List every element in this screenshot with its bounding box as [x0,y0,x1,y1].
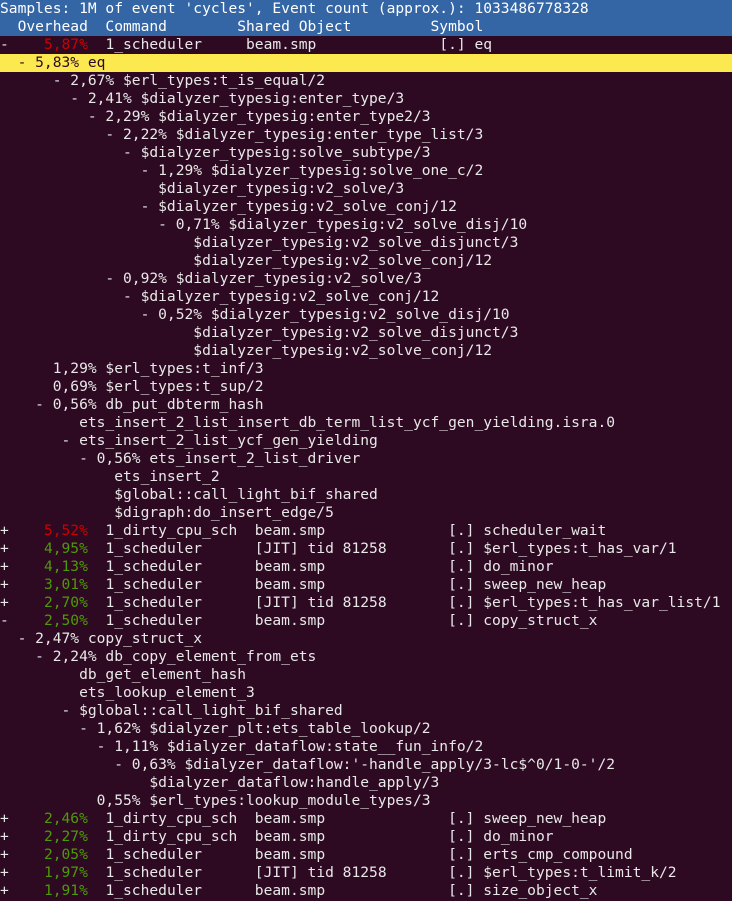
overhead-percent: 2,46% [43,810,88,827]
report-entry-row[interactable]: + 2,27% 1_dirty_cpu_sch beam.smp [.] do_… [0,828,732,846]
report-entry-row[interactable]: + 2,46% 1_dirty_cpu_sch beam.smp [.] swe… [0,810,732,828]
callchain-row[interactable]: - $dialyzer_typesig:solve_subtype/3 [0,144,732,162]
callchain-row[interactable]: $dialyzer_typesig:v2_solve_conj/12 [0,342,732,360]
callchain-row[interactable]: $dialyzer_dataflow:handle_apply/3 [0,774,732,792]
callchain-row[interactable]: ets_insert_2_list_insert_db_term_list_yc… [0,414,732,432]
callchain-row[interactable]: - 2,47% copy_struct_x [0,630,732,648]
callchain-row[interactable]: - 2,29% $dialyzer_typesig:enter_type2/3 [0,108,732,126]
callchain-row[interactable]: $dialyzer_typesig:v2_solve/3 [0,180,732,198]
overhead-percent: 5,52% [43,522,88,539]
callchain-row[interactable]: - 2,24% db_copy_element_from_ets [0,648,732,666]
callchain-row[interactable]: 0,69% $erl_types:t_sup/2 [0,378,732,396]
overhead-percent: 2,27% [43,828,88,845]
report-entry-row[interactable]: + 2,05% 1_scheduler beam.smp [.] erts_cm… [0,846,732,864]
callchain-row[interactable]: $dialyzer_typesig:v2_solve_disjunct/3 [0,324,732,342]
callchain-row[interactable]: - $dialyzer_typesig:v2_solve_conj/12 [0,198,732,216]
callchain-row[interactable]: 0,55% $erl_types:lookup_module_types/3 [0,792,732,810]
report-entry-row[interactable]: + 2,70% 1_scheduler [JIT] tid 81258 [.] … [0,594,732,612]
report-entry-row[interactable]: + 5,52% 1_dirty_cpu_sch beam.smp [.] sch… [0,522,732,540]
callchain-row[interactable]: $dialyzer_typesig:v2_solve_conj/12 [0,252,732,270]
callchain-row[interactable]: - 1,11% $dialyzer_dataflow:state__fun_in… [0,738,732,756]
callchain-row[interactable]: $global::call_light_bif_shared [0,486,732,504]
column-header-row: Overhead Command Shared Object Symbol [0,18,732,36]
callchain-row[interactable]: - 0,71% $dialyzer_typesig:v2_solve_disj/… [0,216,732,234]
report-entry-row[interactable]: + 1,91% 1_scheduler beam.smp [.] size_ob… [0,882,732,900]
callchain-row[interactable]: - 0,56% ets_insert_2_list_driver [0,450,732,468]
callchain-row[interactable]: - $global::call_light_bif_shared [0,702,732,720]
callchain-row[interactable]: - 0,56% db_put_dbterm_hash [0,396,732,414]
callchain-row[interactable]: - 0,52% $dialyzer_typesig:v2_solve_disj/… [0,306,732,324]
report-entry-row[interactable]: + 4,95% 1_scheduler [JIT] tid 81258 [.] … [0,540,732,558]
report-entry-row[interactable]: - 5,87% 1_scheduler beam.smp [.] eq [0,36,732,54]
callchain-row[interactable]: $digraph:do_insert_edge/5 [0,504,732,522]
overhead-percent: 2,50% [43,612,88,629]
callchain-row[interactable]: - 2,22% $dialyzer_typesig:enter_type_lis… [0,126,732,144]
report-entry-row[interactable]: + 3,01% 1_scheduler beam.smp [.] sweep_n… [0,576,732,594]
callchain-row[interactable]: ets_insert_2 [0,468,732,486]
callchain-row[interactable]: - 1,62% $dialyzer_plt:ets_table_lookup/2 [0,720,732,738]
callchain-row[interactable]: - 2,41% $dialyzer_typesig:enter_type/3 [0,90,732,108]
overhead-percent: 1,91% [43,882,88,899]
callchain-row[interactable]: - 1,29% $dialyzer_typesig:solve_one_c/2 [0,162,732,180]
report-entry-row[interactable]: + 1,97% 1_scheduler [JIT] tid 81258 [.] … [0,864,732,882]
overhead-percent: 2,05% [43,846,88,863]
overhead-percent: 1,97% [43,864,88,881]
overhead-percent: 2,70% [43,594,88,611]
perf-report-screen: Samples: 1M of event 'cycles', Event cou… [0,0,732,901]
overhead-percent: 4,13% [43,558,88,575]
overhead-percent: 4,95% [43,540,88,557]
callchain-row[interactable]: - ets_insert_2_list_ycf_gen_yielding [0,432,732,450]
callchain-row[interactable]: - 5,83% eq [0,54,732,72]
callchain-row[interactable]: - 0,92% $dialyzer_typesig:v2_solve/3 [0,270,732,288]
text-cursor [105,54,115,71]
callchain-row[interactable]: db_get_element_hash [0,666,732,684]
samples-summary-line: Samples: 1M of event 'cycles', Event cou… [0,0,732,18]
report-entry-row[interactable]: + 4,13% 1_scheduler beam.smp [.] do_mino… [0,558,732,576]
callchain-row[interactable]: - $dialyzer_typesig:v2_solve_conj/12 [0,288,732,306]
overhead-percent: 5,87% [43,36,88,53]
callchain-row[interactable]: - 0,63% $dialyzer_dataflow:'-handle_appl… [0,756,732,774]
callchain-row[interactable]: 1,29% $erl_types:t_inf/3 [0,360,732,378]
report-rows-container[interactable]: - 5,87% 1_scheduler beam.smp [.] eq - 5,… [0,36,732,900]
callchain-row[interactable]: ets_lookup_element_3 [0,684,732,702]
report-entry-row[interactable]: - 2,50% 1_scheduler beam.smp [.] copy_st… [0,612,732,630]
overhead-percent: 3,01% [43,576,88,593]
callchain-row[interactable]: $dialyzer_typesig:v2_solve_disjunct/3 [0,234,732,252]
callchain-row[interactable]: - 2,67% $erl_types:t_is_equal/2 [0,72,732,90]
